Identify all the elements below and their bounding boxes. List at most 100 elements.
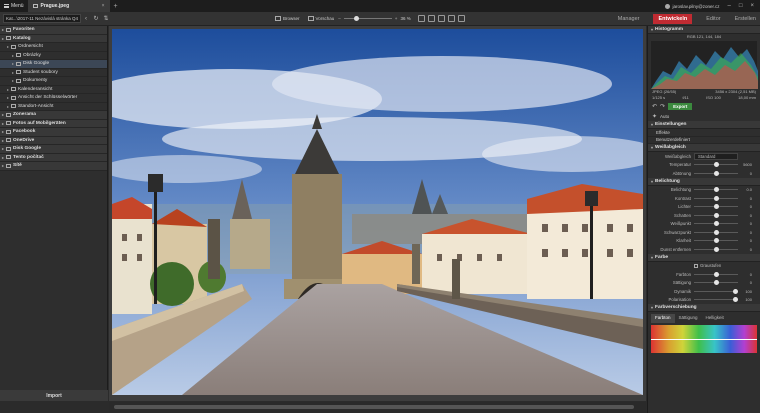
color-shift-curve[interactable] [651,339,757,340]
effects-item[interactable]: Effekte [648,129,760,137]
tab-lightness[interactable]: Helligkeit [702,314,728,323]
color-shift-graph[interactable] [651,325,757,353]
sidebar-item[interactable]: ▸ Standort-Ansicht [0,103,107,111]
sidebar-item[interactable]: ▸ Tento počítač [0,153,107,162]
browser-mode-button[interactable]: Browser [275,16,300,21]
adjustment-knob[interactable] [714,204,719,210]
fit-icon[interactable] [417,15,425,22]
wand-icon[interactable]: ✦ [652,113,657,120]
exposure-section-header[interactable]: ▾ Belichtung [648,177,760,186]
refresh-icon[interactable]: ↻ [91,14,101,24]
export-button[interactable]: Export [668,102,693,110]
temperature-knob[interactable] [714,162,719,168]
sidebar-item[interactable]: ▸ Fotos auf Mobilgeräten [0,119,107,128]
sidebar-item[interactable]: ▸ Zonerama [0,111,107,120]
color-shift-section-header[interactable]: ▾ Farbverschiebung [648,304,760,312]
sidebar-item[interactable]: ▸ Disk Google [0,60,107,69]
tab-title: Prague.jpeg [40,3,70,9]
adjustment-knob[interactable] [714,212,719,218]
zoom-in-icon[interactable]: + [395,16,398,21]
menu-button[interactable]: Menü [0,0,28,12]
document-tab[interactable]: Prague.jpeg × [27,0,110,12]
sidebar-item[interactable]: ▸ Ordnersicht [0,43,107,52]
sort-icon[interactable]: ⇅ [101,14,111,24]
adjustment-slider[interactable] [694,297,738,303]
sidebar-item[interactable]: ▸ Katalog [0,34,107,43]
adjustment-slider[interactable] [694,238,738,244]
adjustment-knob[interactable] [714,229,719,235]
photo-canvas[interactable] [112,29,643,395]
sidebar-item-label: Tento počítač [13,154,44,160]
new-tab-button[interactable]: + [110,0,122,12]
sidebar-item[interactable]: ▸ Sítě [0,162,107,171]
sidebar-item[interactable]: ▸ Kalenderansicht [0,86,107,94]
adjustment-knob[interactable] [714,187,719,193]
grid-icon [275,16,281,21]
tab-hue[interactable]: Farbton [651,314,675,323]
create-mode-tab[interactable]: Erstellen [735,16,756,22]
adjustment-knob[interactable] [714,238,719,244]
adjustment-slider[interactable] [694,221,738,227]
sidebar-item[interactable]: ▸ Obrázky [0,52,107,60]
adjustment-knob[interactable] [714,246,719,252]
zoom-out-icon[interactable]: – [338,16,341,21]
color-section-header[interactable]: ▾ Farbe [648,253,760,262]
wb-section-header[interactable]: ▾ Weißabgleich [648,144,760,152]
adjustment-slider[interactable] [694,246,738,252]
viewer-scrollbar[interactable] [109,402,646,413]
sidebar-item[interactable]: ▸ Facebook [0,128,107,137]
crop-icon[interactable] [447,15,455,22]
grayscale-checkbox[interactable] [694,263,698,268]
tint-slider[interactable] [694,170,738,176]
settings-section-header[interactable]: ▾ Einstellungen [648,121,760,129]
adjustment-knob[interactable] [733,288,738,294]
minimize-icon[interactable]: – [728,3,731,9]
preview-mode-button[interactable]: Vorschau [307,16,334,21]
adjustment-slider[interactable] [694,271,738,277]
adjustment-knob[interactable] [714,195,719,201]
histogram-section-header[interactable]: ▾ Histogramm [648,26,760,34]
sidebar-item[interactable]: ▸ Favoriten [0,26,107,35]
fullscreen-icon[interactable] [437,15,445,22]
sidebar-item[interactable]: ▸ Dokumenty [0,77,107,86]
adjustment-knob[interactable] [714,221,719,227]
editor-mode-tab[interactable]: Editor [706,16,720,22]
adjustment-slider[interactable] [694,204,738,210]
sidebar-item[interactable]: ▸ OneDrive [0,136,107,145]
auto-button[interactable]: Auto [660,114,669,119]
user-account[interactable]: jaroslav.pilny@zoner.cz [664,3,728,9]
wb-mode-select[interactable]: Standard [694,152,738,160]
adjustment-slider[interactable] [694,229,738,235]
tab-saturation[interactable]: Sättigung [675,314,702,323]
info-icon[interactable] [457,15,465,22]
user-defined-item[interactable]: Benutzerdefiniert [648,137,760,144]
adjustment-slider[interactable] [694,187,738,193]
adjustment-slider[interactable] [694,288,738,294]
sidebar-item[interactable]: ▸ Student soubory [0,69,107,77]
adjustment-knob[interactable] [714,271,719,277]
scrollbar-thumb[interactable] [114,405,634,409]
manager-mode-tab[interactable]: Manager [618,16,640,22]
maximize-icon[interactable]: □ [739,3,743,9]
tint-knob[interactable] [714,170,719,176]
back-icon[interactable]: ‹ [81,14,91,24]
sidebar-item[interactable]: ▸ Disk Google [0,145,107,154]
compare-icon[interactable] [427,15,435,22]
close-window-icon[interactable]: × [750,3,754,9]
adjustment-slider[interactable] [694,195,738,201]
adjustment-knob[interactable] [714,280,719,286]
undo-icon[interactable]: ↶ [652,103,657,110]
sidebar-item[interactable]: ▸ Ansicht der Schlüsselwörter [0,94,107,103]
zoom-slider[interactable] [343,16,392,21]
adjustment-value: 0 [749,280,752,286]
close-tab-icon[interactable]: × [102,3,105,9]
import-button[interactable]: Import [0,390,108,401]
develop-mode-tab[interactable]: Entwickeln [653,14,693,24]
adjustment-slider[interactable] [694,212,738,218]
path-field[interactable]: Kat...\2017-11 Nezávislá stránka Q4 [3,14,81,23]
temperature-slider[interactable] [694,162,738,168]
adjustment-slider[interactable] [694,280,738,286]
folder-icon [6,163,11,168]
zoom-slider-knob[interactable] [353,16,359,21]
redo-icon[interactable]: ↷ [660,103,665,110]
